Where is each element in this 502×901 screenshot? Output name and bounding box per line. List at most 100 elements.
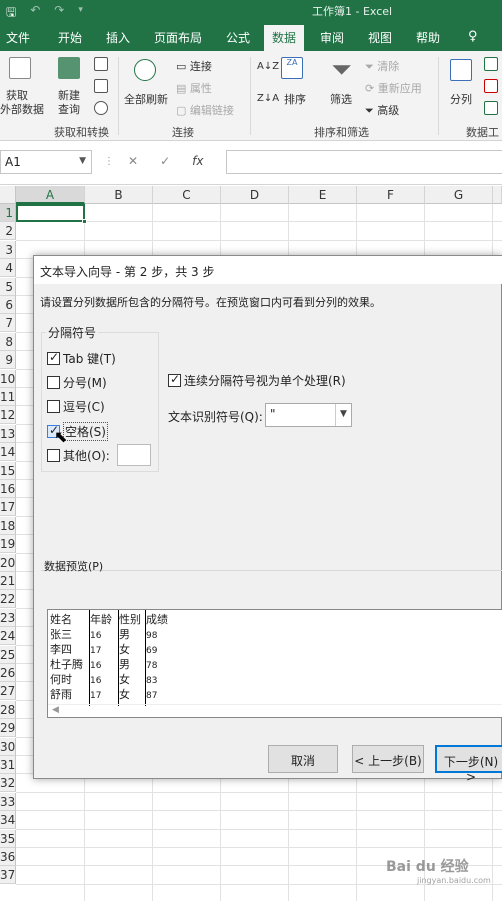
- text-qualifier-select[interactable]: " ▼: [265, 403, 352, 427]
- column-header[interactable]: C: [153, 186, 221, 204]
- customize-qat-icon[interactable]: ▾: [78, 3, 83, 24]
- search-icon[interactable]: ♀: [468, 29, 478, 44]
- row-header[interactable]: 1: [0, 204, 16, 222]
- row-header[interactable]: 16: [0, 480, 16, 498]
- from-table-icon[interactable]: [94, 79, 108, 93]
- row-header[interactable]: 17: [0, 498, 16, 517]
- row-header[interactable]: 19: [0, 535, 16, 554]
- preview-horizontal-scrollbar[interactable]: ◀: [48, 704, 502, 717]
- tab-view[interactable]: 视图: [368, 29, 392, 46]
- row-header[interactable]: 22: [0, 590, 16, 609]
- consecutive-delimiters-checkbox[interactable]: 连续分隔符号视为单个处理(R): [168, 372, 346, 389]
- other-delimiter-input[interactable]: [117, 444, 151, 466]
- row-header[interactable]: 30: [0, 737, 16, 756]
- sort-za-icon[interactable]: Z↓A: [257, 93, 279, 104]
- refresh-all-button[interactable]: 全部刷新: [124, 91, 168, 107]
- row-header[interactable]: 21: [0, 572, 16, 590]
- tab-insert[interactable]: 插入: [106, 29, 130, 46]
- tab-page-layout[interactable]: 页面布局: [154, 29, 202, 46]
- row-header[interactable]: 35: [0, 829, 16, 848]
- enter-icon[interactable]: ✓: [160, 154, 170, 168]
- comma-checkbox-box[interactable]: [47, 400, 60, 413]
- column-header[interactable]: G: [425, 186, 493, 204]
- row-header[interactable]: 28: [0, 700, 16, 719]
- row-header[interactable]: 11: [0, 388, 16, 406]
- row-header[interactable]: 20: [0, 553, 16, 572]
- row-header[interactable]: 27: [0, 682, 16, 701]
- tab-checkbox-box[interactable]: [47, 350, 60, 365]
- row-header[interactable]: 25: [0, 645, 16, 664]
- reapply-button[interactable]: ⟳ 重新应用: [365, 80, 422, 96]
- cancel-icon[interactable]: ✕: [128, 154, 138, 168]
- redo-icon[interactable]: ↷: [54, 3, 64, 24]
- row-header[interactable]: 9: [0, 351, 16, 370]
- row-header[interactable]: 36: [0, 848, 16, 866]
- flash-fill-icon[interactable]: [484, 57, 498, 71]
- semicolon-checkbox[interactable]: 分号(M): [47, 374, 107, 391]
- row-header[interactable]: 3: [0, 240, 16, 259]
- sort-button[interactable]: 排序: [284, 91, 306, 107]
- other-checkbox-box[interactable]: [47, 449, 60, 462]
- row-header[interactable]: 23: [0, 608, 16, 627]
- tab-checkbox[interactable]: Tab 键(T): [47, 350, 116, 367]
- row-header[interactable]: 5: [0, 277, 16, 296]
- row-header[interactable]: 8: [0, 332, 16, 351]
- select-all-corner[interactable]: [0, 186, 16, 204]
- cancel-button[interactable]: 取消: [268, 745, 338, 773]
- row-header[interactable]: 10: [0, 369, 16, 388]
- row-header[interactable]: 6: [0, 296, 16, 314]
- row-header[interactable]: 13: [0, 424, 16, 443]
- data-validation-icon[interactable]: [484, 101, 498, 115]
- recent-sources-icon[interactable]: [94, 101, 108, 115]
- next-button[interactable]: 下一步(N) >: [435, 745, 502, 784]
- row-header[interactable]: 26: [0, 664, 16, 682]
- tab-home[interactable]: 开始: [58, 29, 82, 46]
- clear-filter-button[interactable]: ⏷ 清除: [365, 58, 399, 74]
- column-header[interactable]: [493, 186, 502, 204]
- row-header[interactable]: 32: [0, 774, 16, 793]
- name-box-dropdown-icon[interactable]: ▼: [79, 156, 86, 166]
- row-header[interactable]: 31: [0, 756, 16, 774]
- filter-button[interactable]: 筛选: [330, 91, 352, 107]
- consecutive-checkbox-box[interactable]: [168, 372, 181, 387]
- chevron-down-icon[interactable]: ▼: [335, 404, 351, 426]
- connections-button[interactable]: ▭ 连接: [176, 58, 212, 74]
- row-header[interactable]: 12: [0, 406, 16, 425]
- tab-formulas[interactable]: 公式: [226, 29, 250, 46]
- column-header[interactable]: F: [357, 186, 425, 204]
- back-button[interactable]: < 上一步(B): [352, 745, 424, 773]
- row-header[interactable]: 14: [0, 443, 16, 462]
- undo-icon[interactable]: ↶: [30, 3, 40, 24]
- show-queries-icon[interactable]: [94, 57, 108, 71]
- other-checkbox[interactable]: 其他(O):: [47, 447, 110, 464]
- fill-handle[interactable]: [82, 219, 87, 224]
- tab-file[interactable]: 文件: [6, 29, 30, 46]
- text-to-columns-button[interactable]: 分列: [450, 91, 472, 107]
- name-box[interactable]: A1 ▼: [0, 150, 92, 174]
- save-icon[interactable]: 🖫: [6, 3, 16, 24]
- advanced-filter-button[interactable]: ⏷ 高级: [365, 102, 399, 118]
- tab-data[interactable]: 数据: [264, 25, 305, 51]
- data-preview-pane[interactable]: 姓名 年龄 性别 成绩 张三 16 男 98 李四 17 女 69 杜子腾 16 男 78 何时 16 女 83 舒雨 1…: [47, 609, 502, 718]
- formula-input[interactable]: [226, 150, 502, 174]
- edit-links-button[interactable]: ▢ 编辑链接: [176, 102, 234, 118]
- insert-function-icon[interactable]: fx: [192, 154, 203, 168]
- row-header[interactable]: 34: [0, 811, 16, 830]
- tab-help[interactable]: 帮助: [416, 29, 440, 46]
- semicolon-checkbox-box[interactable]: [47, 376, 60, 389]
- column-header[interactable]: D: [221, 186, 289, 204]
- properties-button[interactable]: ▤ 属性: [176, 80, 212, 96]
- row-header[interactable]: 33: [0, 792, 16, 811]
- row-header[interactable]: 37: [0, 866, 16, 885]
- comma-checkbox[interactable]: 逗号(C): [47, 398, 105, 415]
- column-header[interactable]: A: [16, 186, 85, 204]
- row-header[interactable]: 15: [0, 461, 16, 480]
- sort-az-icon[interactable]: A↓Z: [257, 61, 279, 72]
- row-header[interactable]: 29: [0, 719, 16, 738]
- row-header[interactable]: 18: [0, 516, 16, 535]
- row-header[interactable]: 24: [0, 627, 16, 646]
- row-header[interactable]: 4: [0, 259, 16, 278]
- remove-duplicates-icon[interactable]: [484, 79, 498, 93]
- row-header[interactable]: 7: [0, 314, 16, 333]
- scroll-left-icon[interactable]: ◀: [52, 705, 59, 715]
